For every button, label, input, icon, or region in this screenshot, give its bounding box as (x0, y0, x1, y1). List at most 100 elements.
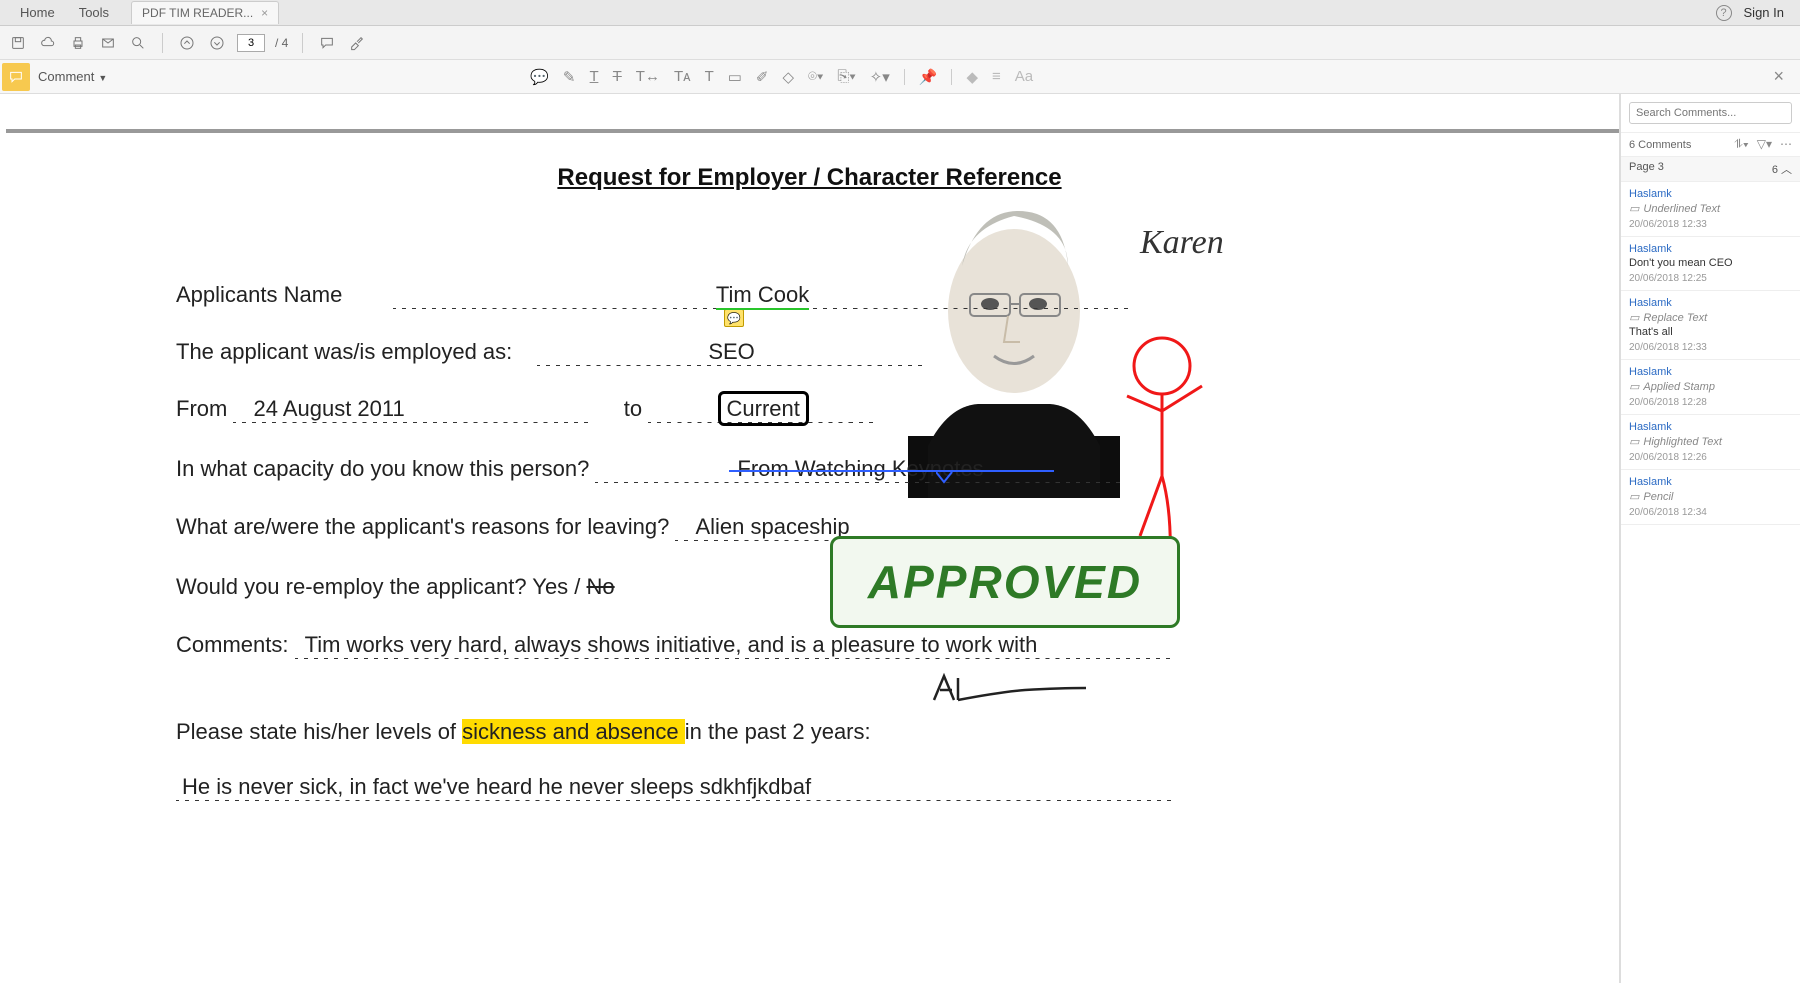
sticky-note-icon[interactable]: 💬 (724, 309, 744, 327)
document-tab[interactable]: PDF TIM READER... × (131, 1, 279, 24)
page-count-label: 6 (1772, 164, 1778, 176)
comments-list: Haslamk▭ Underlined Text20/06/2018 12:33… (1621, 182, 1800, 525)
comment-dropdown[interactable]: Comment▼ (38, 69, 107, 84)
comment-type: ▭ Replace Text (1629, 311, 1792, 324)
to-label: to (624, 396, 642, 421)
comment-item[interactable]: Haslamk ▭ Applied Stamp 20/06/2018 12:28 (1621, 360, 1800, 415)
mail-icon[interactable] (98, 33, 118, 53)
comment-mode-icon[interactable] (2, 63, 30, 91)
speech-bubble-icon[interactable] (317, 33, 337, 53)
close-tab-icon[interactable]: × (261, 6, 268, 20)
comment-timestamp: 20/06/2018 12:26 (1629, 452, 1792, 463)
comment-author: Haslamk (1629, 366, 1792, 378)
sort-icon[interactable]: ⥮▾ (1734, 137, 1749, 152)
textbox-tool-icon[interactable]: ▭ (728, 68, 742, 86)
page-up-icon[interactable] (177, 33, 197, 53)
comment-body: Don't you mean CEO (1629, 257, 1792, 269)
separator (904, 69, 905, 85)
help-icon[interactable]: ? (1716, 5, 1732, 21)
eraser-tool-icon[interactable]: ◇ (783, 68, 795, 86)
collapse-icon[interactable]: ︿ (1781, 164, 1792, 176)
menubar: Home Tools PDF TIM READER... × ? Sign In (0, 0, 1800, 26)
page-number-input[interactable] (237, 34, 265, 52)
font-tool-icon[interactable]: Aa (1015, 68, 1033, 85)
comment-type: ▭ Highlighted Text (1629, 435, 1792, 448)
comment-timestamp: 20/06/2018 12:34 (1629, 507, 1792, 518)
page-header-row[interactable]: Page 3 6 ︿ (1621, 157, 1800, 182)
replace-text-tool-icon[interactable]: T↔ (636, 68, 660, 85)
highlight-tool-icon[interactable]: ✎ (563, 68, 576, 86)
attach-tool-icon[interactable]: ⎘▾ (837, 68, 855, 85)
highlight-icon[interactable] (347, 33, 367, 53)
comment-timestamp: 20/06/2018 12:25 (1629, 273, 1792, 284)
page-down-icon[interactable] (207, 33, 227, 53)
sickness-value: He is never sick, in fact we've heard he… (182, 774, 811, 799)
comment-item[interactable]: Haslamk▭ Underlined Text20/06/2018 12:33 (1621, 182, 1800, 237)
cloud-icon[interactable] (38, 33, 58, 53)
more-icon[interactable]: ⋯ (1780, 137, 1792, 152)
comments-row: Comments: Tim works very hard, always sh… (176, 632, 1175, 659)
insert-text-tool-icon[interactable]: Tᴀ (674, 68, 691, 85)
capacity-label: In what capacity do you know this person… (176, 456, 589, 481)
separator (951, 69, 952, 85)
capacity-row: In what capacity do you know this person… (176, 456, 1125, 483)
search-comments-input[interactable] (1629, 102, 1792, 124)
comment-item[interactable]: Haslamk Don't you mean CEO 20/06/2018 12:2… (1621, 237, 1800, 291)
text-tool-icon[interactable]: T (705, 68, 714, 85)
comments-count-row: 6 Comments ⥮▾ ▽▾ ⋯ (1621, 132, 1800, 157)
toolbar: / 4 (0, 26, 1800, 60)
main-area: Request for Employer / Character Referen… (0, 94, 1800, 983)
pin-tool-icon[interactable]: 📌 (919, 68, 938, 86)
tab-title-label: PDF TIM READER... (142, 6, 253, 20)
applicant-name-label: Applicants Name (176, 282, 342, 307)
comments-value: Tim works very hard, always shows initia… (305, 632, 1038, 657)
reemploy-no: No (587, 574, 615, 599)
print-icon[interactable] (68, 33, 88, 53)
page-header-band (6, 129, 1619, 133)
comment-item[interactable]: Haslamk ▭ Highlighted Text 20/06/2018 12:2… (1621, 415, 1800, 470)
separator (162, 33, 163, 53)
close-panel-icon[interactable]: × (1773, 66, 1784, 87)
annotation-tools: 💬 ✎ T̲ T T↔ Tᴀ T ▭ ✐ ◇ ⌾▾ ⎘▾ ✧▾ 📌 ◆ ≡ Aa (530, 68, 1033, 86)
comment-timestamp: 20/06/2018 12:33 (1629, 342, 1792, 353)
comment-timestamp: 20/06/2018 12:28 (1629, 397, 1792, 408)
separator (302, 33, 303, 53)
comment-author: Haslamk (1629, 421, 1792, 433)
home-menu[interactable]: Home (8, 1, 67, 24)
shapes-tool-icon[interactable]: ✧▾ (870, 68, 890, 86)
tools-menu[interactable]: Tools (67, 1, 121, 24)
from-value: 24 August 2011 (253, 396, 404, 421)
comments-label: Comments: (176, 632, 288, 657)
to-value: Current (718, 391, 809, 426)
document-view[interactable]: Request for Employer / Character Referen… (0, 94, 1620, 983)
strikethrough-tool-icon[interactable]: T (613, 68, 622, 85)
sickness-highlight: sickness and absence (462, 719, 685, 744)
signature-karen: Karen (1140, 224, 1224, 262)
from-to-row: From 24 August 2011 to Current (176, 396, 878, 423)
sign-in-button[interactable]: Sign In (1744, 5, 1784, 20)
leaving-value: Alien spaceship (695, 514, 849, 539)
comment-author: Haslamk (1629, 188, 1792, 200)
sickness-row: Please state his/her levels of sickness … (176, 719, 871, 745)
reemploy-row: Would you re-employ the applicant? Yes /… (176, 574, 615, 600)
signature-initials (930, 670, 1090, 718)
from-label: From (176, 396, 227, 421)
search-icon[interactable] (128, 33, 148, 53)
employed-as-label: The applicant was/is employed as: (176, 339, 512, 364)
underline-tool-icon[interactable]: T̲ (589, 68, 598, 85)
comment-type: ▭ Applied Stamp (1629, 380, 1792, 393)
comments-count-label: 6 Comments (1629, 139, 1691, 151)
comment-item[interactable]: Haslamk▭ Pencil20/06/2018 12:34 (1621, 470, 1800, 525)
pencil-tool-icon[interactable]: ✐ (756, 68, 769, 86)
save-icon[interactable] (8, 33, 28, 53)
page-label: Page 3 (1629, 161, 1664, 177)
leaving-label: What are/were the applicant's reasons fo… (176, 514, 669, 539)
sickness-label-pre: Please state his/her levels of (176, 719, 462, 744)
filter-icon[interactable]: ▽▾ (1757, 137, 1772, 152)
sticky-note-tool-icon[interactable]: 💬 (530, 68, 549, 86)
line-tool-icon[interactable]: ≡ (992, 68, 1001, 85)
color-tool-icon[interactable]: ◆ (966, 68, 978, 86)
comment-item[interactable]: Haslamk▭ Replace TextThat's all20/06/201… (1621, 291, 1800, 360)
stamp-tool-icon[interactable]: ⌾▾ (808, 68, 823, 85)
comment-author: Haslamk (1629, 243, 1792, 255)
